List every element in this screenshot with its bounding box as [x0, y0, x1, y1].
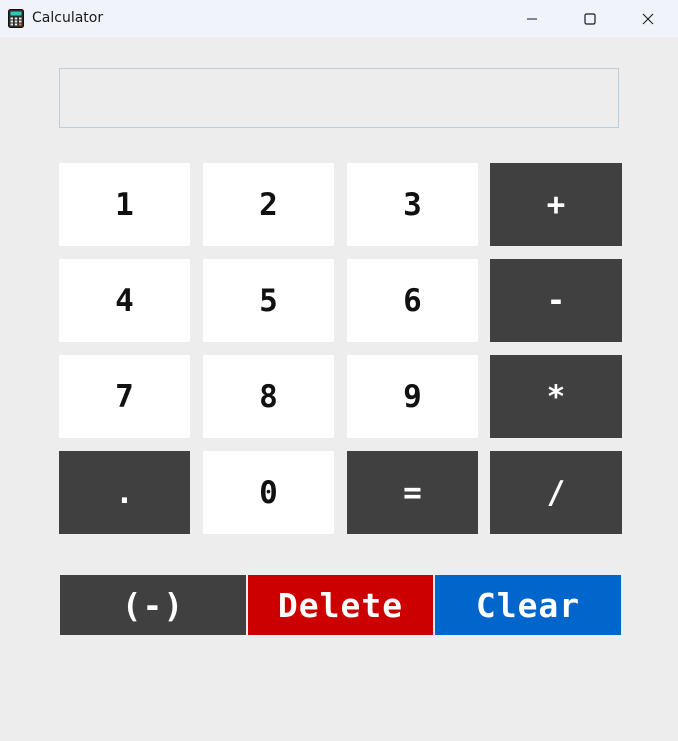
add-button[interactable]: +: [490, 163, 622, 246]
maximize-icon: [584, 12, 596, 25]
key-7[interactable]: 7: [59, 355, 190, 438]
key-1[interactable]: 1: [59, 163, 190, 246]
clear-button[interactable]: Clear: [435, 575, 621, 635]
equals-button[interactable]: =: [347, 451, 478, 534]
result-display[interactable]: [59, 68, 619, 128]
key-5[interactable]: 5: [203, 259, 334, 342]
calculator-window: Calculator 1 2 3 + 4 5 6 - 7 8 9 * . 0 =…: [0, 0, 678, 741]
calculator-app-icon: [8, 9, 24, 28]
delete-button[interactable]: Delete: [248, 575, 433, 635]
divide-button[interactable]: /: [490, 451, 622, 534]
title-bar[interactable]: Calculator: [0, 0, 678, 37]
negate-button[interactable]: (-): [60, 575, 246, 635]
key-4[interactable]: 4: [59, 259, 190, 342]
decimal-point-button[interactable]: .: [59, 451, 190, 534]
minimize-icon: [527, 18, 537, 19]
maximize-button[interactable]: [561, 0, 619, 37]
subtract-button[interactable]: -: [490, 259, 622, 342]
minimize-button[interactable]: [503, 0, 561, 37]
key-8[interactable]: 8: [203, 355, 334, 438]
key-6[interactable]: 6: [347, 259, 478, 342]
key-9[interactable]: 9: [347, 355, 478, 438]
key-0[interactable]: 0: [203, 451, 334, 534]
key-2[interactable]: 2: [203, 163, 334, 246]
key-3[interactable]: 3: [347, 163, 478, 246]
close-button[interactable]: [619, 0, 677, 37]
close-icon: [642, 13, 654, 24]
multiply-button[interactable]: *: [490, 355, 622, 438]
window-title: Calculator: [32, 10, 104, 26]
